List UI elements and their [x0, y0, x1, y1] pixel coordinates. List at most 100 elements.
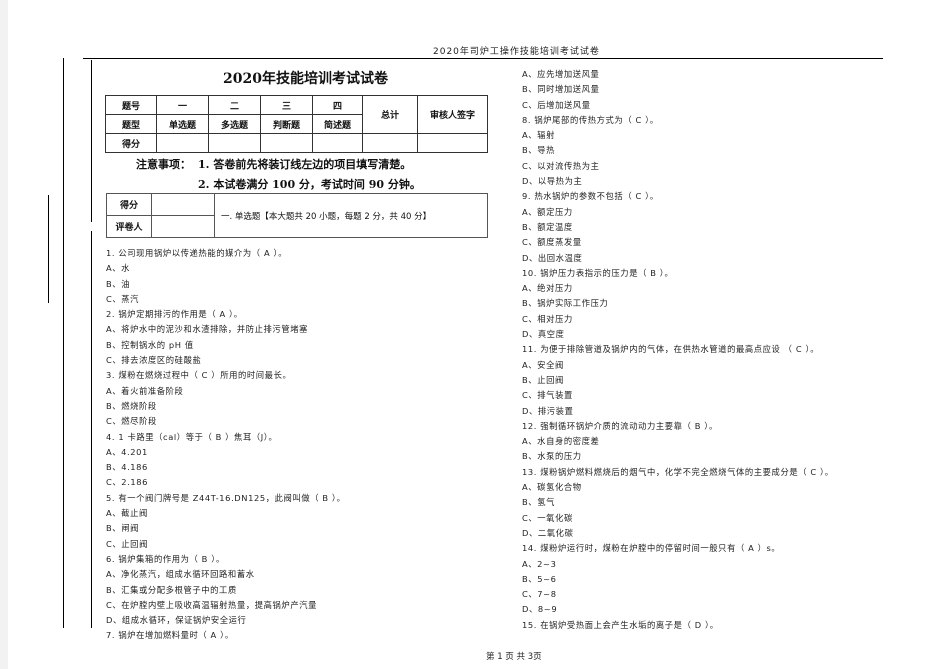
answer-option: C、额度蒸发量	[522, 237, 582, 248]
binding-line-inner-top	[91, 60, 92, 222]
binding-line-outer	[63, 58, 64, 628]
score-input-cell[interactable]	[151, 193, 215, 216]
answer-option: A、截止阀	[106, 508, 148, 519]
answer-option: B、4.186	[106, 462, 148, 473]
answer-option: A、绝对压力	[522, 283, 573, 294]
row-label-type: 题型	[105, 114, 157, 134]
question-stem: 8. 锅炉尾部的传热方式为（ C ）。	[522, 114, 659, 125]
reviewer-label: 审核人签字	[417, 95, 488, 134]
answer-option: B、燃烧阶段	[106, 400, 157, 411]
binding-line-short	[48, 195, 49, 303]
question-stem: 3. 煤粉在燃烧过程中（ C ）所用的时间最长。	[106, 370, 292, 381]
answer-option: A、将炉水中的泥沙和水渣排除，并防止排污管堵塞	[106, 324, 309, 335]
answer-option: B、锅炉实际工作压力	[522, 298, 609, 309]
answer-option: C、在炉膛内壁上吸收高温辐射热量，提高锅炉产汽量	[106, 599, 318, 610]
answer-option: C、止回阀	[106, 538, 148, 549]
score-cell[interactable]	[208, 133, 261, 153]
header-rule	[83, 58, 883, 59]
section-title: 一. 单选题【本大题共 20 小题，每题 2 分，共 40 分】	[214, 193, 488, 238]
binding-line-inner-bottom	[91, 231, 92, 628]
notice-label: 注意事项：	[136, 158, 191, 171]
answer-option: A、辐射	[522, 130, 555, 141]
score-label: 得分	[106, 193, 152, 216]
answer-option: C、蒸汽	[106, 293, 140, 304]
col-number: 一	[156, 95, 209, 115]
answer-option: D、组成水循环，保证锅炉安全运行	[106, 615, 247, 626]
row-label-score: 得分	[105, 133, 157, 153]
question-stem: 1. 公司现用锅炉以传递热能的媒介为（ A ）。	[106, 248, 288, 258]
page-footer: 第 1 页 共 3页	[486, 652, 542, 662]
question-stem: 14. 煤粉炉运行时，煤粉在炉膛中的停留时间一般只有（ A ）s。	[522, 543, 781, 554]
answer-option: A、碳氢化合物	[522, 482, 582, 493]
total-label: 总计	[362, 95, 418, 134]
score-cell[interactable]	[312, 133, 363, 153]
question-stem: 7. 锅炉在增加燃料量时（ A ）。	[106, 630, 234, 641]
answer-option: B、氢气	[522, 497, 555, 508]
question-stem: 6. 锅炉集箱的作用为（ B ）。	[106, 553, 225, 564]
question-stem: 10. 锅炉压力表指示的压力是（ B ）。	[522, 267, 674, 278]
col-number: 三	[260, 95, 313, 115]
answer-option: C、燃尽阶段	[106, 416, 157, 427]
answer-option: B、水泵的压力	[522, 451, 582, 462]
answer-option: D、排污装置	[522, 405, 574, 416]
col-number: 四	[312, 95, 363, 115]
question-stem: 11. 为便于排除管道及锅炉内的气体，在供热水管道的最高点应设 （ C ）。	[522, 344, 820, 355]
col-type: 单选题	[156, 114, 209, 134]
answer-option: A、应先增加送风量	[522, 69, 600, 79]
answer-option: C、后增加送风量	[522, 99, 591, 110]
answer-option: C、2.186	[106, 477, 149, 488]
answer-option: B、额定温度	[522, 221, 573, 232]
col-type: 多选题	[208, 114, 261, 134]
answer-option: A、水自身的密度差	[522, 436, 600, 447]
row-label-number: 题号	[105, 95, 157, 115]
answer-option: A、额定压力	[522, 206, 573, 217]
answer-option: D、以导热为主	[522, 176, 583, 187]
answer-option: B、油	[106, 278, 131, 289]
reviewer-cell[interactable]	[417, 133, 488, 153]
col-number: 二	[208, 95, 261, 115]
col-type: 简述题	[312, 114, 363, 134]
notice-item-2: 2. 本试卷满分 100 分，考试时间 90 分钟。	[198, 178, 421, 191]
grader-input-cell[interactable]	[151, 215, 215, 238]
questions-right-column: A、应先增加送风量 B、同时增加送风量 C、后增加送风量 8. 锅炉尾部的传热方式为（…	[522, 67, 834, 633]
answer-option: A、2~3	[522, 558, 557, 569]
answer-option: D、真空度	[522, 329, 565, 340]
question-stem: 12. 强制循环锅炉介质的流动动力主要靠（ B ）。	[522, 420, 718, 431]
question-stem: 2. 锅炉定期排污的作用是（ A ）。	[106, 309, 243, 320]
answer-option: B、汇集或分配多根管子中的工质	[106, 584, 237, 595]
answer-option: C、排去浓度区的硅酸盐	[106, 355, 202, 366]
answer-option: B、闸阀	[106, 523, 139, 534]
answer-option: A、净化蒸汽，组成水循环回路和蓄水	[106, 569, 255, 580]
exam-page: 2020年司炉工操作技能培训考试试卷 2020年技能培训考试试卷 题号 一 二 …	[8, 0, 945, 669]
score-cell[interactable]	[260, 133, 313, 153]
answer-option: A、水	[106, 263, 131, 274]
question-stem: 5. 有一个阀门牌号是 Z44T-16.DN125，此阀叫做（ B ）。	[106, 492, 346, 503]
exam-title: 2020年技能培训考试试卷	[223, 71, 388, 87]
total-cell[interactable]	[362, 133, 418, 153]
score-cell[interactable]	[156, 133, 209, 153]
grader-label: 评卷人	[106, 215, 152, 238]
answer-option: D、出回水温度	[522, 252, 583, 263]
question-stem: 9. 热水锅炉的参数不包括（ C ）。	[522, 191, 659, 202]
answer-option: A、4.201	[106, 446, 148, 457]
answer-option: C、相对压力	[522, 313, 573, 324]
answer-option: B、同时增加送风量	[522, 84, 600, 95]
answer-option: C、以对流传热为主	[522, 160, 600, 171]
answer-option: C、一氧化碳	[522, 512, 573, 523]
answer-option: B、5~6	[522, 573, 557, 584]
answer-option: A、安全阀	[522, 359, 564, 370]
question-stem: 4. 1 卡路里（cal）等于（ B ）焦耳（J）。	[106, 431, 278, 442]
answer-option: B、止回阀	[522, 374, 564, 385]
answer-option: D、8~9	[522, 604, 558, 615]
question-stem: 13. 煤粉锅炉燃料燃烧后的烟气中，化学不完全燃烧气体的主要成分是（ C ）。	[522, 466, 834, 477]
answer-option: C、排气装置	[522, 390, 573, 401]
question-stem: 15. 在锅炉受热面上会产生水垢的离子是（ D ）。	[522, 619, 719, 630]
answer-option: B、导热	[522, 145, 555, 156]
notice-item-1: 1. 答卷前先将装订线左边的项目填写清楚。	[198, 158, 412, 171]
questions-left-column: 1. 公司现用锅炉以传递热能的媒介为（ A ）。 A、水 B、油 C、蒸汽 2. 锅炉定…	[106, 246, 346, 644]
answer-option: B、控制锅水的 pH 值	[106, 339, 194, 350]
running-header: 2020年司炉工操作技能培训考试试卷	[433, 47, 600, 57]
answer-option: D、二氧化碳	[522, 527, 574, 538]
col-type: 判断题	[260, 114, 313, 134]
answer-option: C、7~8	[522, 589, 557, 600]
